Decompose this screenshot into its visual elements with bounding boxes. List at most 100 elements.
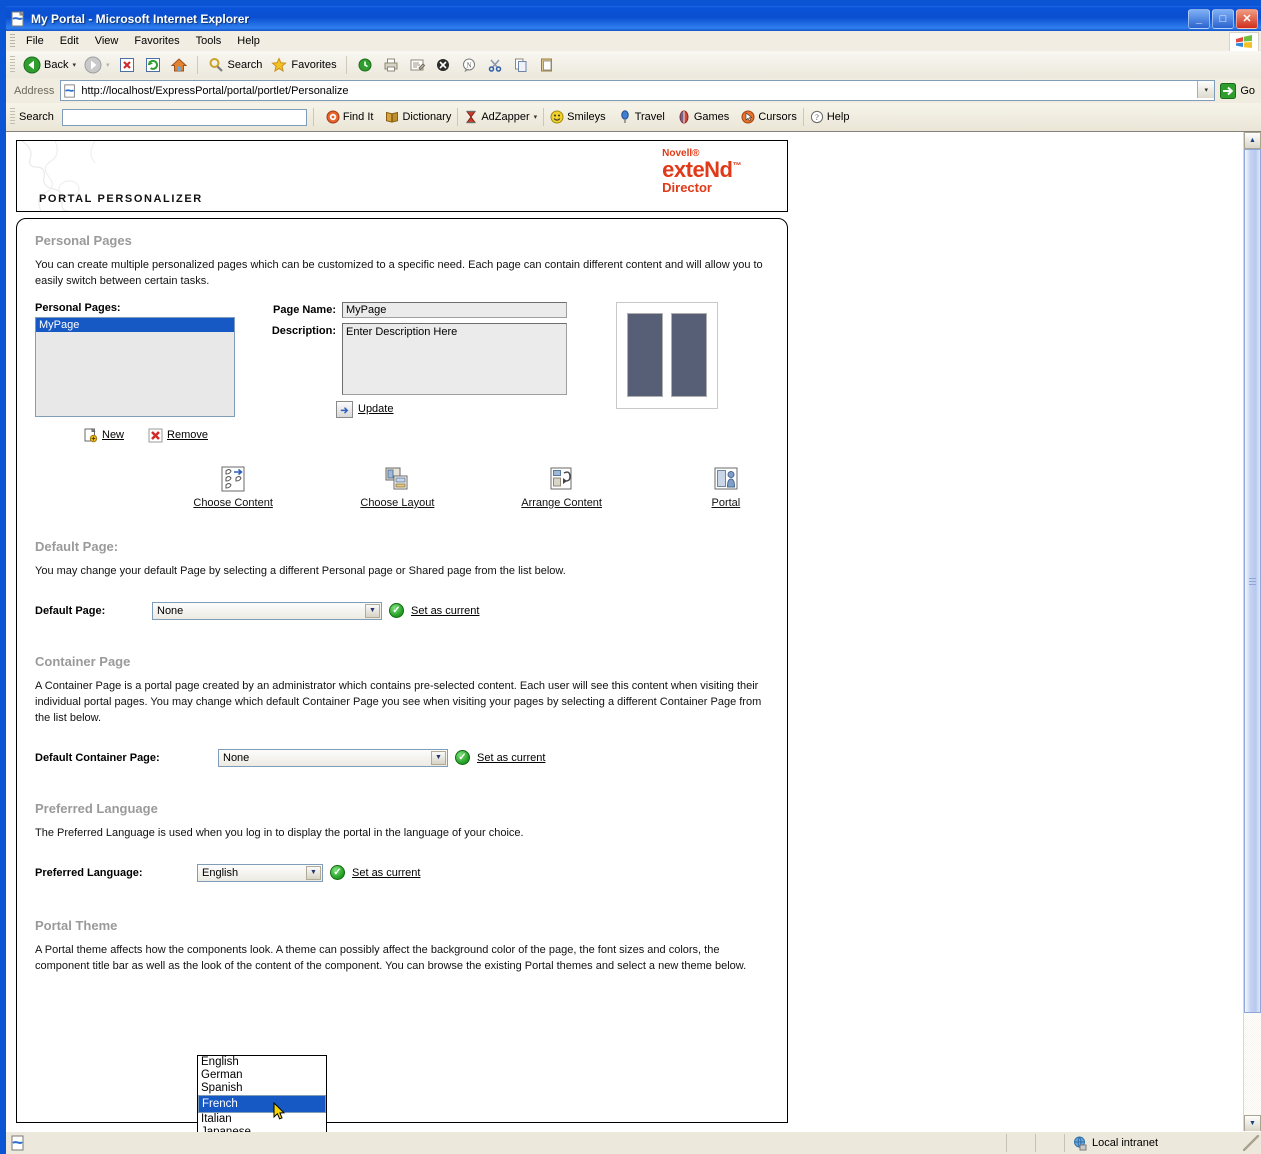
preferred-language-select[interactable]: English ▼: [197, 863, 323, 882]
dropdown-option-french[interactable]: French: [198, 1095, 326, 1113]
refresh-button[interactable]: [140, 54, 166, 76]
plugin-adzapper-dropdown-icon[interactable]: ▾: [534, 113, 538, 121]
plugin-find-it-button[interactable]: Find It: [320, 108, 380, 126]
update-action[interactable]: Update: [336, 400, 586, 418]
plugin-dictionary-button[interactable]: Dictionary: [379, 108, 457, 126]
menu-favorites[interactable]: Favorites: [126, 33, 187, 49]
scrollbar-thumb-grip: [1249, 578, 1256, 585]
chevron-down-icon[interactable]: ▼: [306, 865, 321, 880]
list-item[interactable]: MyPage: [36, 317, 234, 332]
status-message-pane: [6, 1135, 1006, 1151]
hourglass-icon: [464, 110, 478, 124]
preferred-language-control-row: Preferred Language: English ▼ ✓ Set as c…: [35, 863, 769, 882]
stop-button[interactable]: [114, 54, 140, 76]
choose-layout-label[interactable]: Choose Layout: [360, 497, 434, 509]
dropdown-option-italian[interactable]: Italian: [198, 1113, 326, 1126]
back-button[interactable]: Back ▾: [19, 54, 80, 76]
home-button[interactable]: [166, 54, 192, 76]
close-button[interactable]: ✕: [1236, 9, 1258, 29]
menu-edit[interactable]: Edit: [52, 33, 87, 49]
security-zone-pane[interactable]: Local intranet: [1064, 1134, 1243, 1152]
dropdown-option-english[interactable]: English: [198, 1056, 326, 1069]
plugin-search-input[interactable]: [61, 108, 307, 126]
plugin-travel-button[interactable]: Travel: [612, 108, 671, 126]
print-button[interactable]: [378, 54, 404, 76]
scissors-icon: [486, 56, 504, 74]
favorites-button[interactable]: Favorites: [266, 54, 340, 76]
toolbar-grip[interactable]: [10, 55, 15, 74]
preferred-language-description: The Preferred Language is used when you …: [35, 826, 524, 839]
cut-button[interactable]: [482, 54, 508, 76]
default-page-set-as-current-link[interactable]: Set as current: [411, 605, 479, 617]
portal-label[interactable]: Portal: [712, 497, 741, 509]
default-page-selected-value: None: [157, 604, 184, 617]
logo-trademark-symbol: ™: [732, 160, 742, 171]
new-page-action[interactable]: New: [83, 427, 124, 443]
personal-pages-listbox[interactable]: MyPage: [35, 316, 235, 417]
plugin-games-button[interactable]: Games: [671, 108, 735, 126]
go-button[interactable]: Go: [1216, 82, 1261, 100]
history-button[interactable]: [352, 54, 378, 76]
address-dropdown-icon[interactable]: ▾: [1197, 81, 1215, 98]
page-vertical-scrollbar[interactable]: ▲ ▼: [1243, 132, 1261, 1132]
address-input[interactable]: http://localhost/ExpressPortal/portal/po…: [60, 80, 1216, 101]
scrollbar-thumb[interactable]: [1244, 149, 1261, 1013]
messenger-button[interactable]: [430, 54, 456, 76]
address-bar: Address http://localhost/ExpressPortal/p…: [6, 78, 1261, 104]
menu-file[interactable]: File: [18, 33, 52, 49]
remove-link[interactable]: Remove: [167, 429, 208, 441]
back-dropdown-icon[interactable]: ▾: [72, 61, 76, 69]
copy-button[interactable]: [508, 54, 534, 76]
menu-view[interactable]: View: [87, 33, 127, 49]
choose-layout-action[interactable]: Choose Layout: [354, 465, 440, 509]
container-page-select[interactable]: None ▼: [218, 748, 448, 767]
chevron-down-icon[interactable]: ▼: [365, 603, 380, 618]
choose-content-icon: [219, 465, 247, 493]
choose-content-label[interactable]: Choose Content: [193, 497, 273, 509]
resize-grip[interactable]: [1243, 1135, 1259, 1151]
menu-tools[interactable]: Tools: [188, 33, 230, 49]
forward-button[interactable]: ▾: [80, 54, 114, 76]
menu-grip[interactable]: [10, 34, 15, 48]
layout-column-right: [671, 313, 707, 398]
search-button[interactable]: Search: [203, 54, 267, 76]
default-page-select[interactable]: None ▼: [152, 601, 382, 620]
container-page-description: A Container Page is a portal page create…: [35, 679, 762, 724]
description-textarea[interactable]: Enter Description Here: [342, 322, 567, 395]
discuss-button[interactable]: N: [456, 54, 482, 76]
address-label: Address: [14, 84, 55, 97]
arrange-content-action[interactable]: Arrange Content: [519, 465, 605, 509]
personal-pages-heading: Personal Pages: [35, 233, 132, 248]
arrange-content-label[interactable]: Arrange Content: [521, 497, 602, 509]
chevron-down-icon[interactable]: ▼: [431, 750, 446, 765]
preferred-language-set-as-current-link[interactable]: Set as current: [352, 867, 420, 879]
forward-dropdown-icon[interactable]: ▾: [106, 61, 110, 69]
plugin-smileys-button[interactable]: Smileys: [544, 108, 612, 126]
back-arrow-icon: [23, 56, 41, 74]
minimize-button[interactable]: _: [1188, 9, 1210, 29]
container-page-set-as-current-link[interactable]: Set as current: [477, 752, 545, 764]
novell-extend-logo: Novell® exteNd™ Director: [662, 149, 742, 195]
scroll-down-button[interactable]: ▼: [1244, 1115, 1261, 1132]
portal-action[interactable]: Portal: [683, 465, 769, 509]
scroll-up-button[interactable]: ▲: [1244, 132, 1261, 149]
preferred-language-dropdown-list[interactable]: English German Spanish French Italian Ja…: [197, 1055, 327, 1132]
scrollbar-track[interactable]: [1244, 1013, 1261, 1115]
plugin-adzapper-button[interactable]: AdZapper ▾: [458, 108, 543, 126]
update-link[interactable]: Update: [358, 403, 393, 415]
page-name-input[interactable]: [342, 301, 567, 318]
edit-page-button[interactable]: [404, 54, 430, 76]
paste-button[interactable]: [534, 54, 560, 76]
navigation-toolbar: Back ▾ ▾ Search Favorites N: [6, 51, 1261, 79]
remove-page-action[interactable]: Remove: [148, 428, 208, 443]
plugin-cursors-button[interactable]: Cursors: [735, 108, 803, 126]
new-link[interactable]: New: [102, 429, 124, 441]
plugin-toolbar-grip[interactable]: [10, 108, 15, 126]
menu-help[interactable]: Help: [229, 33, 268, 49]
dropdown-option-japanese[interactable]: Japanese: [198, 1126, 326, 1132]
dropdown-option-spanish[interactable]: Spanish: [198, 1082, 326, 1095]
plugin-help-button[interactable]: ? Help: [804, 108, 856, 126]
choose-content-action[interactable]: Choose Content: [190, 465, 276, 509]
dropdown-option-german[interactable]: German: [198, 1069, 326, 1082]
maximize-button[interactable]: □: [1212, 9, 1234, 29]
